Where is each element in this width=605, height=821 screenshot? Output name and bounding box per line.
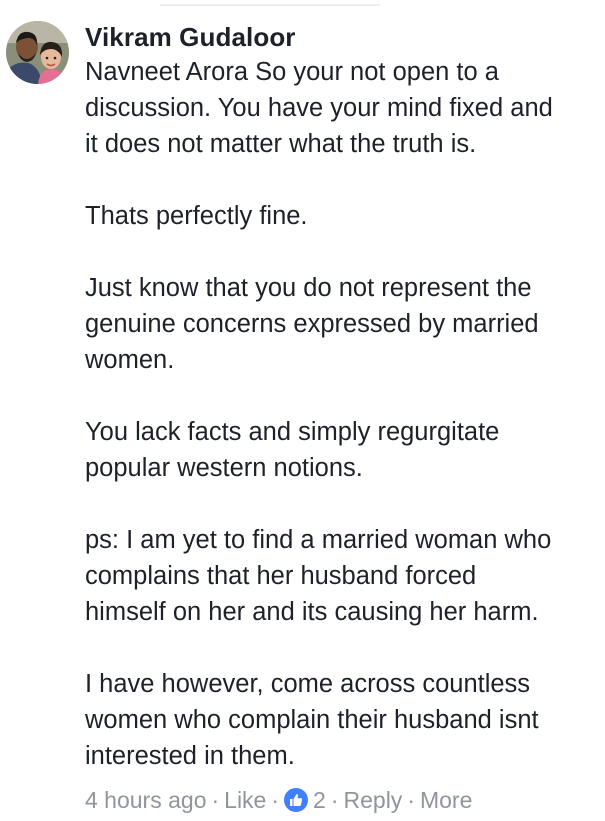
text-line: complains that her husband forced — [85, 562, 477, 590]
like-button[interactable]: Like — [224, 785, 266, 815]
separator: · — [407, 787, 415, 813]
text-line: ps: I am yet to find a married woman who — [85, 526, 552, 554]
previous-content-fragment — [160, 0, 380, 6]
comment-paragraph: Thats perfectly fine. — [85, 198, 603, 234]
comment-paragraph: I have however, come across countless wo… — [85, 666, 603, 774]
text-line: women who complain their husband isnt — [85, 706, 539, 734]
comment-body: Vikram Gudaloor Navneet Arora So your no… — [85, 20, 603, 774]
author-name[interactable]: Vikram Gudaloor — [85, 20, 603, 54]
comment-paragraph: Navneet Arora So your not open to a disc… — [85, 54, 603, 162]
comment-paragraph: Just know that you do not represent the … — [85, 270, 603, 378]
text-line: Thats perfectly fine. — [85, 202, 308, 230]
text-line: Navneet Arora So your not open to a — [85, 58, 499, 86]
text-line: discussion. You have your mind fixed and — [85, 94, 553, 122]
text-line: interested in them. — [85, 742, 295, 770]
text-line: You lack facts and simply regurgitate — [85, 418, 500, 446]
thumbs-up-icon[interactable] — [284, 788, 309, 812]
text-line: himself on her and its causing her harm. — [85, 598, 539, 626]
comment-actions: 4 hours ago · Like · 2 · Reply · More — [85, 785, 472, 815]
timestamp[interactable]: 4 hours ago — [85, 785, 206, 815]
text-line: genuine concerns expressed by married — [85, 310, 539, 338]
comment-paragraph: You lack facts and simply regurgitate po… — [85, 414, 603, 486]
more-button[interactable]: More — [420, 785, 472, 815]
text-line: popular western notions. — [85, 454, 363, 482]
text-line: I have however, come across countless — [85, 670, 531, 698]
reply-button[interactable]: Reply — [344, 785, 403, 815]
text-line: it does not matter what the truth is. — [85, 130, 477, 158]
separator: · — [271, 787, 280, 813]
reaction-count[interactable]: 2 — [313, 785, 326, 815]
comment: Vikram Gudaloor Navneet Arora So your no… — [0, 0, 605, 821]
text-line: women. — [85, 346, 175, 374]
separator: · — [330, 787, 339, 813]
separator: · — [211, 787, 220, 813]
comment-text: Navneet Arora So your not open to a disc… — [85, 54, 603, 774]
comment-paragraph: ps: I am yet to find a married woman who… — [85, 522, 603, 630]
text-line: Just know that you do not represent the — [85, 274, 532, 302]
avatar[interactable] — [6, 21, 69, 84]
